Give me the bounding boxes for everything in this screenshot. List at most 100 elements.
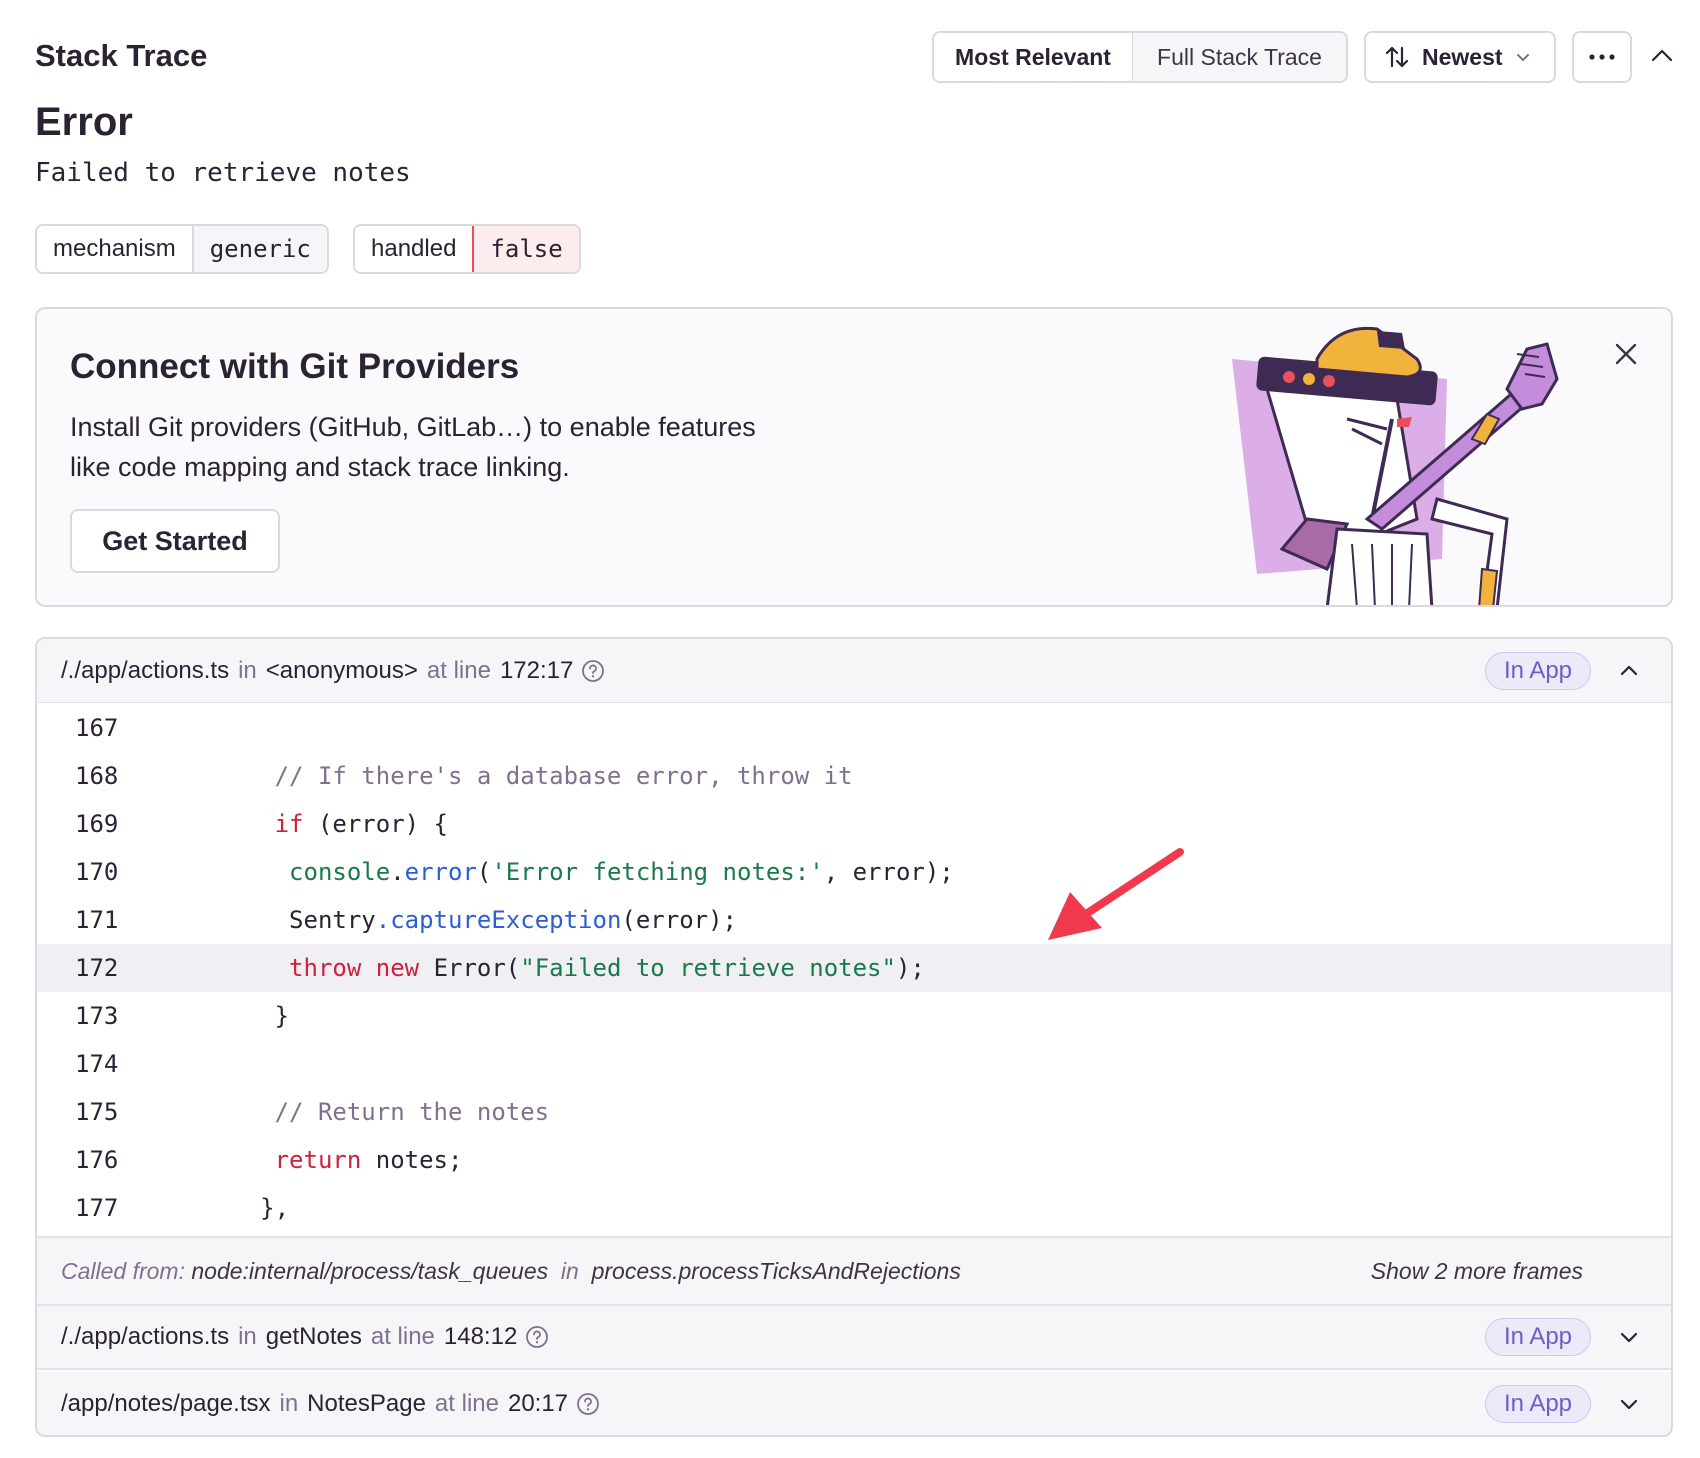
show-more-frames-link[interactable]: Show 2 more frames — [1371, 1258, 1583, 1285]
code-line: 170 console. error('Error fetching notes:… — [37, 848, 1671, 896]
code-line: 168 // If there's a database error, thro… — [37, 752, 1671, 800]
code-comment: // If there's a database error, throw it — [274, 762, 853, 790]
more-options-button[interactable] — [1572, 31, 1632, 83]
code-line: 177 }, — [37, 1184, 1671, 1232]
code-dot: . — [375, 906, 391, 934]
help-circle-icon[interactable] — [576, 1392, 600, 1416]
line-number: 172 — [75, 954, 119, 982]
frame-file: /app/notes/page.tsx — [61, 1390, 271, 1417]
line-number: 171 — [75, 906, 119, 934]
frame-header-collapsed[interactable]: /app/notes/page.tsx in NotesPage at line… — [37, 1372, 1671, 1435]
frame-at-label: at line — [370, 1323, 435, 1350]
wrench-robot-illustration — [1232, 326, 1559, 605]
code-keyword: return — [274, 1146, 362, 1174]
help-circle-icon[interactable] — [581, 659, 605, 683]
close-icon[interactable] — [1611, 339, 1641, 369]
frame-in-label: in — [238, 656, 257, 684]
in-app-badge: In App — [1485, 1318, 1591, 1356]
error-type: Error — [35, 100, 133, 144]
code-paren: ( — [476, 858, 492, 886]
line-number: 169 — [75, 810, 119, 838]
code-text: , error); — [823, 858, 954, 886]
in-app-badge: In App — [1485, 651, 1591, 690]
sort-arrows-icon — [1385, 46, 1409, 68]
banner-title: Connect with Git Providers — [70, 347, 520, 386]
code-object: console — [289, 858, 391, 886]
line-number: 176 — [75, 1146, 119, 1174]
frame-location: 148:12 — [443, 1323, 518, 1350]
error-message: Failed to retrieve notes — [35, 158, 411, 188]
code-line: 169 if (error) { — [37, 800, 1671, 848]
code-text: notes; — [361, 1146, 463, 1174]
frame-at-label: at line — [434, 1390, 499, 1417]
code-keyword: if — [274, 810, 304, 838]
tab-most-relevant[interactable]: Most Relevant — [934, 33, 1133, 81]
code-line: 167 — [37, 704, 1671, 752]
code-line: 173 } — [37, 992, 1671, 1040]
chevron-down-icon[interactable] — [1617, 1392, 1641, 1416]
chevron-up-icon[interactable] — [1617, 659, 1641, 683]
code-string: 'Error fetching notes:' — [491, 858, 824, 886]
stack-frames-list: /./app/actions.ts in <anonymous> at line… — [35, 637, 1673, 1437]
tag-key: mechanism — [37, 226, 192, 272]
frame-function: NotesPage — [307, 1390, 426, 1417]
code-line-highlighted: 172 throw new Error("Failed to retrieve … — [37, 944, 1671, 992]
called-from-row: Called from: node:internal/process/task_… — [37, 1236, 1671, 1306]
code-text: (error) { — [303, 810, 448, 838]
called-from-in: in — [560, 1257, 579, 1284]
tab-full-stack-trace[interactable]: Full Stack Trace — [1133, 33, 1346, 81]
line-number: 173 — [75, 1002, 119, 1030]
get-started-button[interactable]: Get Started — [70, 509, 280, 573]
frame-file: /./app/actions.ts — [61, 656, 230, 684]
code-class: Error( — [433, 954, 521, 982]
tag-key: handled — [355, 226, 473, 272]
line-number: 174 — [75, 1050, 119, 1078]
code-keyword: new — [375, 954, 420, 982]
code-dot: . — [390, 858, 405, 886]
line-number: 175 — [75, 1098, 119, 1126]
banner-description: Install Git providers (GitHub, GitLab…) … — [70, 412, 756, 482]
frame-file: /./app/actions.ts — [61, 1323, 230, 1350]
called-from-label: Called from: — [61, 1257, 185, 1284]
code-text: }, — [260, 1194, 290, 1222]
code-line: 174 — [37, 1040, 1671, 1088]
frame-function: <anonymous> — [265, 656, 418, 684]
tag-value: generic — [191, 226, 327, 272]
called-from-function: process.processTicksAndRejections — [591, 1257, 961, 1284]
called-from-module: node:internal/process/task_queues — [191, 1257, 549, 1284]
code-object: Sentry — [289, 906, 376, 934]
sort-label: Newest — [1422, 43, 1503, 70]
code-keyword: throw — [289, 954, 362, 982]
sort-dropdown[interactable]: Newest — [1364, 31, 1556, 83]
code-method: captureException — [390, 906, 622, 934]
code-method: error — [404, 858, 477, 886]
code-line: 171 Sentry. captureException (error); — [37, 896, 1671, 944]
chevron-down-icon[interactable] — [1617, 1325, 1641, 1349]
frame-header-expanded[interactable]: /./app/actions.ts in <anonymous> at line… — [37, 639, 1671, 703]
code-text: ); — [895, 954, 925, 982]
code-context: 167 168 // If there's a database error, … — [37, 704, 1671, 1232]
in-app-badge: In App — [1485, 1385, 1591, 1423]
frame-in-label: in — [238, 1323, 257, 1350]
collapse-section-chevron-up-icon[interactable] — [1648, 42, 1676, 70]
frame-function: getNotes — [265, 1323, 362, 1350]
line-number: 177 — [75, 1194, 119, 1222]
line-number: 170 — [75, 858, 119, 886]
annotation-arrow-icon — [1048, 848, 1184, 940]
section-title: Stack Trace — [35, 38, 208, 73]
tag-mechanism[interactable]: mechanism generic — [35, 224, 329, 274]
code-text: (error); — [621, 906, 737, 934]
frame-header-collapsed[interactable]: /./app/actions.ts in getNotes at line 14… — [37, 1306, 1671, 1370]
frame-location: 172:17 — [499, 656, 574, 684]
code-text: } — [274, 1002, 290, 1030]
help-circle-icon[interactable] — [525, 1325, 549, 1349]
chevron-down-icon — [1516, 54, 1529, 61]
view-toggle: Most Relevant Full Stack Trace — [932, 31, 1348, 83]
tag-handled[interactable]: handled false — [353, 224, 581, 274]
git-providers-banner: Connect with Git Providers Install Git p… — [35, 307, 1673, 607]
code-string: "Failed to retrieve notes" — [520, 954, 896, 982]
frame-location: 20:17 — [507, 1390, 569, 1417]
ellipsis-icon — [1589, 54, 1615, 60]
line-number: 168 — [75, 762, 119, 790]
tag-value: false — [472, 226, 579, 272]
